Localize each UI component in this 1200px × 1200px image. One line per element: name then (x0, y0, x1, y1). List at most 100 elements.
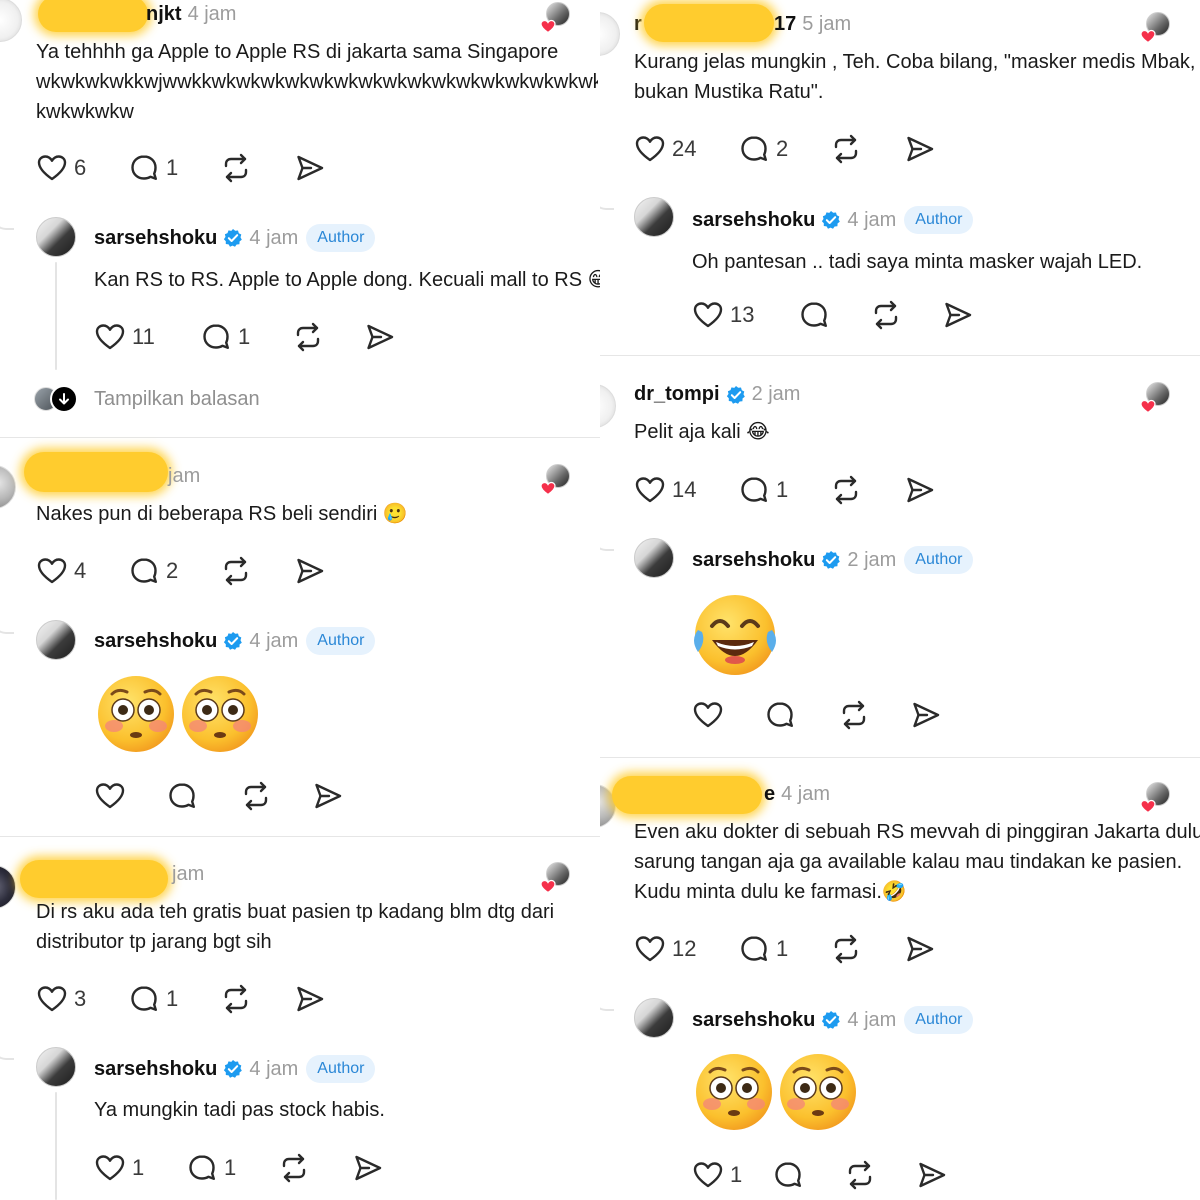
share-button[interactable] (294, 152, 326, 184)
reply-avatar[interactable] (36, 217, 76, 257)
mini-heart-icon (540, 480, 556, 496)
share-button[interactable] (904, 474, 936, 506)
share-button[interactable] (364, 321, 396, 353)
reply-username[interactable]: sarsehshoku 4 jam Author (94, 627, 376, 655)
reply-username[interactable]: sarsehshoku 4 jam Author (692, 206, 974, 234)
like-button[interactable] (94, 780, 126, 812)
like-button[interactable]: 13 (692, 299, 754, 331)
reply-avatar[interactable] (36, 620, 76, 660)
like-button[interactable] (692, 699, 724, 731)
reply-username-text: sarsehshoku (94, 629, 218, 652)
comment-count: 1 (776, 477, 789, 502)
share-button[interactable] (904, 133, 936, 165)
repost-button[interactable] (830, 133, 862, 165)
repost-icon (844, 1159, 876, 1191)
comment-icon (186, 1152, 218, 1184)
comment-button[interactable] (772, 1159, 804, 1191)
share-button[interactable] (312, 780, 344, 812)
share-button[interactable] (910, 699, 942, 731)
comment-button[interactable]: 1 (186, 1152, 236, 1184)
mini-heart-icon (540, 18, 556, 34)
post-avatar[interactable] (0, 465, 16, 509)
share-button[interactable] (352, 1152, 384, 1184)
share-button[interactable] (916, 1159, 948, 1191)
reply-username-text: sarsehshoku (692, 548, 816, 571)
redacted-username (38, 0, 148, 32)
liked-by-author-indicator (540, 464, 570, 498)
share-button[interactable] (942, 299, 974, 331)
reply-username[interactable]: sarsehshoku 4 jam Author (94, 224, 376, 252)
repost-button[interactable] (220, 555, 252, 587)
reply-avatar[interactable] (36, 1047, 76, 1087)
expand-replies-button (50, 385, 78, 413)
comment-icon (128, 152, 160, 184)
share-icon (904, 133, 936, 165)
like-button[interactable]: 24 (634, 133, 696, 165)
repost-button[interactable] (830, 933, 862, 965)
post-avatar[interactable] (0, 0, 22, 42)
comment-button[interactable]: 1 (738, 474, 788, 506)
comment-count: 1 (166, 155, 179, 180)
comment-button[interactable] (764, 699, 796, 731)
post-username[interactable]: e 4 jam (764, 783, 830, 806)
repost-button[interactable] (838, 699, 870, 731)
like-button[interactable]: 6 (36, 152, 86, 184)
repost-button[interactable] (292, 321, 324, 353)
comment-button[interactable]: 1 (200, 321, 250, 353)
post-username[interactable]: jam (168, 465, 200, 488)
repost-button[interactable] (278, 1152, 310, 1184)
comment-button[interactable] (798, 299, 830, 331)
reply-username[interactable]: sarsehshoku 4 jam Author (692, 1006, 974, 1034)
down-arrow-icon (59, 393, 69, 405)
thread-divider (0, 437, 600, 438)
like-button[interactable]: 1 (692, 1159, 742, 1191)
repost-button[interactable] (220, 152, 252, 184)
post-username[interactable]: r (634, 13, 642, 36)
reply-username[interactable]: sarsehshoku 4 jam Author (94, 1055, 376, 1083)
repost-button[interactable] (220, 983, 252, 1015)
like-button[interactable]: 4 (36, 555, 86, 587)
reply-username-text: sarsehshoku (692, 1008, 816, 1031)
post-username[interactable]: dr_tompi 2 jam (634, 383, 800, 406)
show-replies-link[interactable]: Tampilkan balasan (34, 385, 260, 413)
share-icon (294, 983, 326, 1015)
reply-username[interactable]: sarsehshoku 2 jam Author (692, 546, 974, 574)
post-avatar[interactable] (600, 12, 620, 56)
thread-connector (600, 997, 614, 1011)
post-text-line-2: bukan Mustika Ratu". (634, 81, 824, 103)
post-time: 5 jam (802, 13, 852, 35)
comment-button[interactable]: 1 (128, 152, 178, 184)
repost-button[interactable] (830, 474, 862, 506)
comment-button[interactable]: 2 (128, 555, 178, 587)
comment-button[interactable] (166, 780, 198, 812)
share-button[interactable] (294, 555, 326, 587)
comment-button[interactable]: 1 (738, 933, 788, 965)
like-button[interactable]: 12 (634, 933, 696, 965)
comment-button[interactable]: 1 (128, 983, 178, 1015)
post-username[interactable]: njkt 4 jam (146, 3, 236, 26)
author-badge: Author (904, 546, 974, 574)
repost-button[interactable] (844, 1159, 876, 1191)
share-button[interactable] (904, 933, 936, 965)
reply-avatar[interactable] (634, 538, 674, 578)
like-button[interactable]: 11 (94, 321, 155, 353)
post-avatar[interactable] (600, 384, 616, 428)
comment-icon (738, 133, 770, 165)
post-avatar[interactable] (0, 865, 16, 909)
post-username[interactable]: jam (172, 863, 204, 886)
comment-icon (764, 699, 796, 731)
like-button[interactable]: 14 (634, 474, 696, 506)
comment-button[interactable]: 2 (738, 133, 788, 165)
reply-thread-line (55, 1092, 57, 1200)
heart-icon (634, 933, 666, 965)
verified-badge-icon (223, 631, 243, 651)
repost-button[interactable] (240, 780, 272, 812)
like-button[interactable]: 3 (36, 983, 86, 1015)
repost-button[interactable] (870, 299, 902, 331)
post-time: jam (172, 863, 205, 885)
like-count: 12 (672, 936, 697, 961)
like-button[interactable]: 1 (94, 1152, 144, 1184)
reply-avatar[interactable] (634, 197, 674, 237)
reply-avatar[interactable] (634, 998, 674, 1038)
share-button[interactable] (294, 983, 326, 1015)
